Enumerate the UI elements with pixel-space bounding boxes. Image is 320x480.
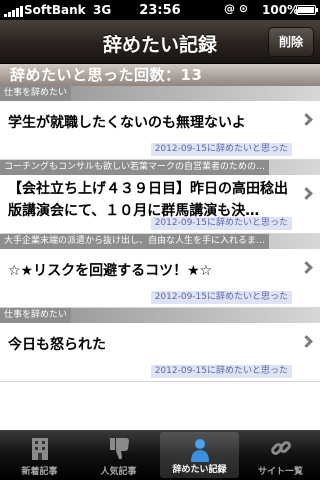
entry-title: ☆★リスクを回避するコツ！★☆ xyxy=(8,263,213,279)
category-label: 仕事を辞めたい xyxy=(0,308,72,323)
chevron-right-icon xyxy=(300,335,313,348)
category-label: 大手企業末端の派遣から抜け出し、自由な人生を手に入れるま… xyxy=(0,234,270,249)
link-icon xyxy=(270,441,291,455)
tab-site-list[interactable]: サイト一覧 xyxy=(241,430,320,480)
quit-record-list: 仕事を辞めたい 学生が就職したくないのも無理ないよ 2012-09-15に辞めた… xyxy=(0,86,320,430)
tab-label: サイト一覧 xyxy=(257,467,303,477)
navigation-bar: 辞めたい記録 削除 xyxy=(0,20,320,64)
category-label: コーチングもコンサルも欲しい若葉マークの自営業者のための… xyxy=(0,160,270,175)
chevron-right-icon xyxy=(300,187,313,200)
thumbs-down-icon xyxy=(109,438,129,460)
category-label: 仕事を辞めたい xyxy=(0,86,72,101)
quit-count-banner: 辞めたいと思った回数：13 xyxy=(0,64,320,86)
list-item[interactable]: 仕事を辞めたい 今日も怒られた 2012-09-15に辞めたいと思った xyxy=(0,308,320,382)
battery-percent: 100% xyxy=(262,3,300,17)
person-icon xyxy=(190,439,209,462)
list-item[interactable]: コーチングもコンサルも欲しい若葉マークの自営業者のための… 【会社立ち上げ４３９… xyxy=(0,160,320,234)
list-item[interactable]: 大手企業末端の派遣から抜け出し、自由な人生を手に入れるま… ☆★リスクを回避する… xyxy=(0,234,320,308)
tab-label: 辞めたい記録 xyxy=(172,465,227,475)
entry-date: 2012-09-15に辞めたいと思った xyxy=(150,143,292,156)
tab-bar: 新着記事 人気記事 辞めたい記録 サイト一覧 xyxy=(0,430,320,480)
delete-button[interactable]: 削除 xyxy=(268,27,314,57)
tab-label: 新着記事 xyxy=(21,467,58,477)
entry-date: 2012-09-15に辞めたいと思った xyxy=(150,217,292,230)
tab-label: 人気記事 xyxy=(100,467,137,477)
tab-new-articles[interactable]: 新着記事 xyxy=(0,430,79,480)
entry-title: 学生が就職したくないのも無理ないよ xyxy=(8,115,246,131)
list-item[interactable]: 仕事を辞めたい 学生が就職したくないのも無理ないよ 2012-09-15に辞めた… xyxy=(0,86,320,160)
chevron-right-icon xyxy=(300,113,313,126)
entry-title: 今日も怒られた xyxy=(8,337,106,353)
building-icon xyxy=(31,438,48,460)
battery-icon xyxy=(296,5,318,15)
status-bar: SoftBank 3G 23:56 @ ⊙ 100% xyxy=(0,0,320,20)
chevron-right-icon xyxy=(300,261,313,274)
entry-date: 2012-09-15に辞めたいと思った xyxy=(150,365,292,378)
entry-title: 【会社立ち上げ４３９日目】昨日の高田稔出版講演会にて、１０月に群馬講演も決… xyxy=(8,181,288,219)
tab-popular-articles[interactable]: 人気記事 xyxy=(79,430,158,480)
tab-quit-record[interactable]: 辞めたい記録 xyxy=(160,432,239,478)
status-icons: @ ⊙ xyxy=(224,2,249,15)
entry-date: 2012-09-15に辞めたいと思った xyxy=(150,291,292,304)
